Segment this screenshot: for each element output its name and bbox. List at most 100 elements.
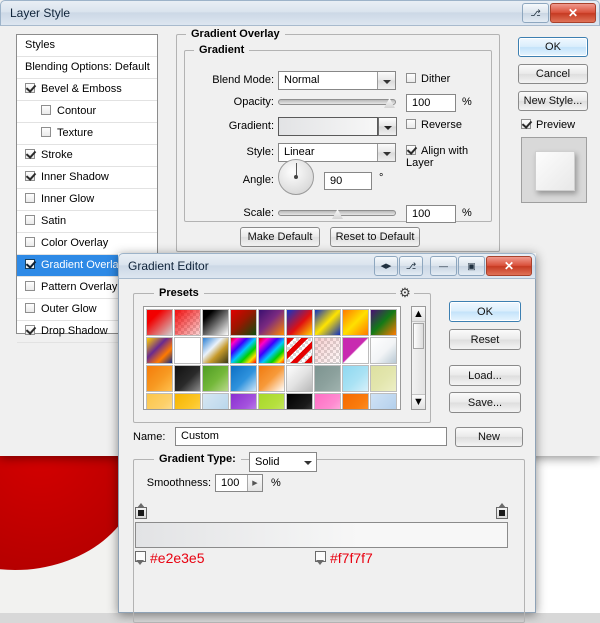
ge-save-button[interactable]: Save... — [449, 392, 521, 413]
checkbox-icon[interactable] — [25, 303, 35, 313]
opacity-input[interactable]: 100 — [406, 94, 456, 112]
opacity-stop-left[interactable] — [135, 503, 147, 519]
maximize-icon[interactable]: ▣ — [458, 256, 485, 276]
style-row-bevel-emboss[interactable]: Bevel & Emboss — [17, 79, 157, 101]
gradient-preset-spectrum[interactable] — [230, 337, 257, 364]
dither-checkbox[interactable]: Dither — [406, 73, 450, 85]
checkbox-icon[interactable] — [25, 325, 35, 335]
gradient-strip[interactable] — [135, 522, 508, 548]
cancel-button[interactable]: Cancel — [518, 64, 588, 84]
checkbox-icon[interactable] — [25, 193, 35, 203]
gradient-preset-blue-yellow-blue[interactable] — [314, 309, 341, 336]
gradient-preset-green-gradient[interactable] — [202, 365, 229, 392]
opacity-slider[interactable] — [278, 95, 396, 109]
layer-style-titlebar[interactable]: Layer Style ⎇ ✕ — [0, 0, 600, 26]
gradient-preset-foreground-transparent-2[interactable] — [314, 337, 341, 364]
scroll-down-icon[interactable]: ▼ — [412, 394, 425, 409]
gradient-preset-black-fade[interactable] — [174, 365, 201, 392]
gradient-preset-orange-yellow-orange[interactable] — [342, 309, 369, 336]
scrollbar-thumb[interactable] — [413, 323, 424, 349]
checkbox-icon[interactable] — [41, 105, 51, 115]
gradient-preset-pale-yellow[interactable] — [370, 365, 397, 392]
gradient-preset-dark-fade[interactable] — [286, 393, 313, 409]
presets-scrollbar[interactable]: ▲ ▼ — [411, 306, 426, 410]
smoothness-input[interactable]: 100 ▶ — [215, 474, 263, 492]
gradient-preset-violet-green-orange[interactable] — [370, 309, 397, 336]
gradient-preset-yellow-violet-orange-blue[interactable] — [146, 337, 173, 364]
preview-checkbox[interactable]: Preview — [521, 119, 575, 131]
align-with-layer-checkbox[interactable]: Align with Layer — [406, 145, 498, 169]
checkbox-icon[interactable] — [25, 83, 35, 93]
blend-mode-select[interactable]: Normal — [278, 71, 396, 90]
gradient-preset-silver-gradient[interactable] — [286, 365, 313, 392]
gradient-preset-black-white[interactable] — [202, 309, 229, 336]
gradient-preset-pink-gradient[interactable] — [314, 393, 341, 409]
angle-input[interactable]: 90 — [324, 172, 372, 190]
gradient-preset-purple-gradient[interactable] — [230, 393, 257, 409]
new-preset-button[interactable]: New — [455, 427, 523, 447]
gradient-preset-light-blue[interactable] — [342, 365, 369, 392]
make-default-button[interactable]: Make Default — [240, 227, 320, 247]
checkbox-icon[interactable] — [25, 281, 35, 291]
close-icon[interactable]: ✕ — [486, 256, 532, 276]
gradient-preview-swatch[interactable] — [278, 117, 378, 136]
checkbox-icon[interactable] — [41, 127, 51, 137]
smoothness-stepper-icon[interactable]: ▶ — [247, 475, 262, 491]
style-row-texture[interactable]: Texture — [17, 123, 157, 145]
gradient-preset-foreground-to-transparent[interactable] — [146, 309, 173, 336]
color-stop-left[interactable] — [135, 551, 146, 565]
help-icon[interactable]: ⎇ — [399, 256, 423, 276]
gradient-preset-magenta-white[interactable] — [342, 337, 369, 364]
chevron-down-icon[interactable] — [377, 72, 395, 89]
ge-reset-button[interactable]: Reset — [449, 329, 521, 350]
gradient-preset-blue-gradient[interactable] — [230, 365, 257, 392]
gear-icon[interactable]: ⚙ — [396, 285, 414, 301]
gradient-preset-white-steel[interactable] — [370, 337, 397, 364]
gradient-preset-copper[interactable] — [174, 337, 201, 364]
style-row-stroke[interactable]: Stroke — [17, 145, 157, 167]
close-icon[interactable]: ✕ — [550, 3, 596, 23]
gradient-preset-orange-white[interactable] — [258, 365, 285, 392]
gradient-preset-violet-orange[interactable] — [258, 309, 285, 336]
ge-load-button[interactable]: Load... — [449, 365, 521, 386]
ok-button[interactable]: OK — [518, 37, 588, 57]
gradient-preset-transparent-rainbow[interactable] — [258, 337, 285, 364]
gradient-preset-deep-orange[interactable] — [342, 393, 369, 409]
gradient-preset-amber[interactable] — [174, 393, 201, 409]
gradient-preset-red-green[interactable] — [230, 309, 257, 336]
gradient-preset-sky-fade[interactable] — [370, 393, 397, 409]
style-row-satin[interactable]: Satin — [17, 211, 157, 233]
style-row-color-overlay[interactable]: Color Overlay — [17, 233, 157, 255]
new-style-button[interactable]: New Style... — [518, 91, 588, 111]
gradient-preset-foreground-to-transparent-checker[interactable] — [174, 309, 201, 336]
gradient-preset-pale-blue[interactable] — [202, 393, 229, 409]
reset-to-default-button[interactable]: Reset to Default — [330, 227, 420, 247]
style-row-inner-shadow[interactable]: Inner Shadow — [17, 167, 157, 189]
scale-input[interactable]: 100 — [406, 205, 456, 223]
minimize-icon[interactable]: — — [430, 256, 457, 276]
gradient-preset-transparent-stripes[interactable] — [286, 337, 313, 364]
gradient-preset-orange-gradient[interactable] — [146, 365, 173, 392]
name-input[interactable]: Custom — [175, 427, 447, 446]
checkbox-icon[interactable] — [25, 259, 35, 269]
chevron-down-icon[interactable] — [377, 144, 395, 161]
presets-swatch-well[interactable] — [143, 306, 401, 410]
opacity-stop-right[interactable] — [496, 503, 508, 519]
checkbox-icon[interactable] — [25, 237, 35, 247]
dock-toggle-icon[interactable]: ◀▶ — [374, 256, 398, 276]
checkbox-icon[interactable] — [25, 171, 35, 181]
style-row-inner-glow[interactable]: Inner Glow — [17, 189, 157, 211]
checkbox-icon[interactable] — [25, 215, 35, 225]
gradient-preset-blue-red-yellow[interactable] — [286, 309, 313, 336]
gradient-picker-chevron-icon[interactable] — [378, 117, 397, 136]
gradient-type-select[interactable]: Solid — [249, 452, 317, 472]
color-stop-right[interactable] — [315, 551, 326, 565]
scroll-up-icon[interactable]: ▲ — [412, 307, 425, 322]
gradient-editor-titlebar[interactable]: Gradient Editor ◀▶ ⎇ — ▣ ✕ — [118, 253, 536, 279]
checkbox-icon[interactable] — [25, 149, 35, 159]
gradient-preset-grey-green[interactable] — [314, 365, 341, 392]
scale-slider[interactable] — [278, 206, 396, 220]
angle-dial[interactable] — [278, 159, 314, 195]
blending-options-row[interactable]: Blending Options: Default — [17, 57, 157, 79]
gradient-preset-light-orange[interactable] — [146, 393, 173, 409]
